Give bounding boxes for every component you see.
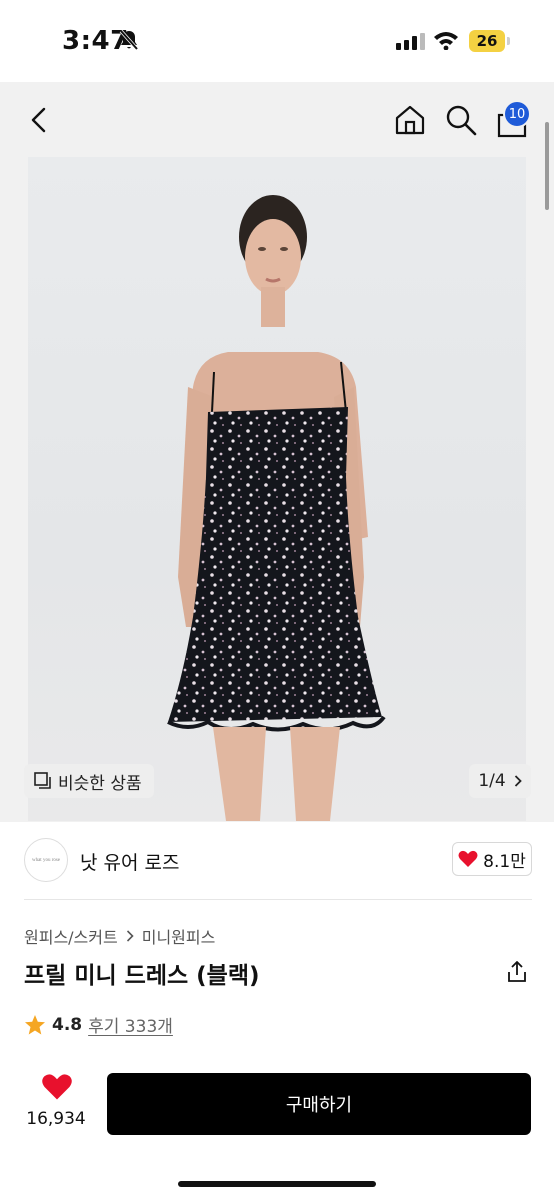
seller-row[interactable]: what you rose 낫 유어 로즈 8.1만 [0, 822, 554, 900]
breadcrumb-item-subcategory[interactable]: 미니원피스 [142, 924, 216, 948]
seller-avatar-logo-text: what you rose [31, 857, 61, 863]
battery-tip [507, 37, 510, 45]
image-pager[interactable]: 1/4 [469, 764, 531, 798]
signal-icon [396, 33, 425, 50]
pager-text: 1/4 [478, 771, 506, 791]
bell-slash-icon [119, 29, 139, 51]
wish-count: 16,934 [26, 1109, 86, 1129]
cart-count-badge: 10 [503, 100, 531, 128]
back-icon[interactable] [24, 104, 56, 136]
breadcrumb: 원피스/스커트 미니원피스 [24, 924, 215, 948]
search-icon[interactable] [444, 103, 478, 137]
home-icon[interactable] [393, 103, 427, 137]
similar-products-button[interactable]: 비슷한 상품 [24, 764, 154, 798]
breadcrumb-item-category[interactable]: 원피스/스커트 [24, 924, 118, 948]
scrollbar[interactable] [545, 122, 549, 210]
product-title: 프릴 미니 드레스 (블랙) [24, 963, 260, 989]
buy-button[interactable]: 구매하기 [107, 1073, 531, 1135]
seller-avatar[interactable]: what you rose [24, 838, 68, 882]
model-photo [167, 195, 386, 821]
home-indicator[interactable] [178, 1181, 376, 1187]
chevron-right-icon [126, 930, 134, 942]
similar-icon [34, 772, 51, 789]
heart-icon [458, 850, 478, 867]
seller-like-button[interactable]: 8.1만 [452, 842, 532, 876]
rating-row: 4.8 후기 333개 [24, 1012, 173, 1037]
chevron-right-icon [514, 775, 522, 787]
share-icon[interactable] [505, 960, 529, 984]
similar-products-label: 비슷한 상품 [58, 773, 142, 794]
top-navigation [0, 82, 554, 158]
heart-icon [42, 1074, 72, 1100]
star-icon [25, 1014, 45, 1034]
seller-name[interactable]: 낫 유어 로즈 [80, 848, 179, 875]
status-bar: 3:47 26 [0, 0, 554, 82]
rating-value: 4.8 [52, 1014, 83, 1035]
battery-icon: 26 [469, 30, 505, 52]
review-link[interactable]: 후기 333개 [88, 1012, 173, 1037]
product-image[interactable] [28, 157, 526, 821]
wifi-icon [434, 32, 458, 50]
seller-like-count: 8.1만 [483, 851, 526, 872]
wish-button[interactable]: 16,934 [24, 1073, 88, 1133]
divider [24, 899, 532, 900]
